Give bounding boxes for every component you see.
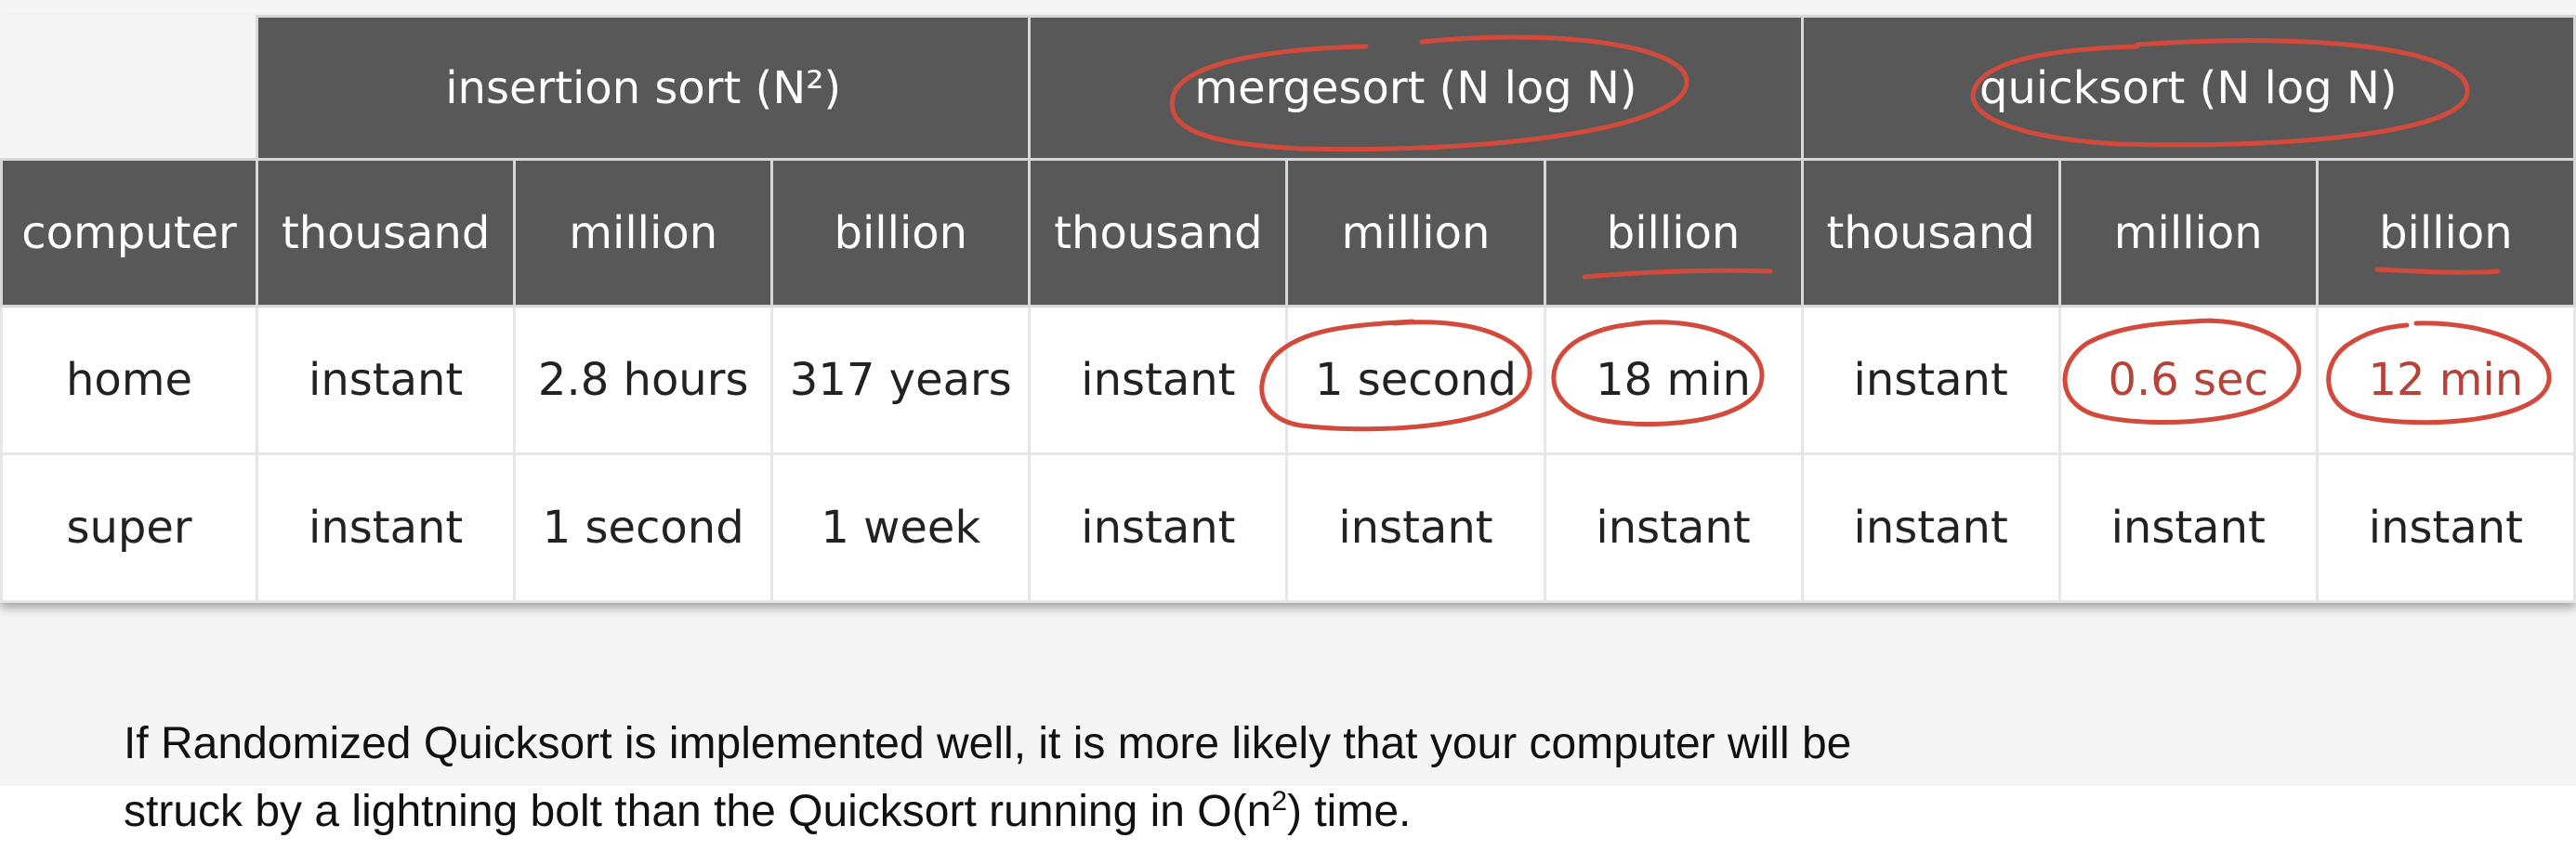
table-cell: 1 second	[1285, 305, 1546, 455]
header-size: million	[2057, 158, 2319, 308]
caption-line-2-post: ) time.	[1287, 787, 1412, 836]
table-cell: instant	[1028, 305, 1289, 455]
table-cell: instant	[2315, 452, 2576, 603]
slide: insertion sort (N²) mergesort (N log N) …	[0, 0, 2576, 851]
row-label: super	[0, 452, 259, 603]
table-row-super: super instant 1 second 1 week instant in…	[0, 452, 2576, 603]
table-cell: instant	[1285, 452, 1546, 603]
header-size: billion	[770, 158, 1032, 308]
caption-text: If Randomized Quicksort is implemented w…	[124, 715, 2447, 841]
table-cell: instant	[1800, 305, 2061, 455]
table-cell: instant	[1800, 452, 2061, 603]
table-cell: instant	[2057, 452, 2319, 603]
table-cell: 18 min	[1543, 305, 1804, 455]
table-cell: 2.8 hours	[513, 305, 774, 455]
table-cell: 317 years	[770, 305, 1032, 455]
header-size: billion	[2315, 158, 2576, 308]
header-size: billion	[1543, 158, 1804, 308]
table-row-home: home instant 2.8 hours 317 years instant…	[0, 305, 2576, 455]
header-size: million	[1285, 158, 1546, 308]
header-size: thousand	[1028, 158, 1289, 308]
corner-blank	[1, 16, 257, 160]
table-cell: instant	[1543, 452, 1804, 603]
table-cell: instant	[256, 452, 517, 603]
table-cell: instant	[1028, 452, 1289, 603]
table-cell: 1 second	[513, 452, 774, 603]
comparison-table: insertion sort (N²) mergesort (N log N) …	[0, 15, 2576, 603]
caption-line-1: If Randomized Quicksort is implemented w…	[124, 719, 1852, 768]
caption-line-2-pre: struck by a lightning bolt than the Quic…	[124, 787, 1272, 836]
group-header-mergesort: mergesort (N log N)	[1028, 15, 1804, 161]
header-computer: computer	[0, 158, 259, 308]
sorting-comparison-table: insertion sort (N²) mergesort (N log N) …	[0, 15, 2576, 603]
row-label: home	[0, 305, 259, 455]
group-header-row: insertion sort (N²) mergesort (N log N) …	[1, 15, 2576, 161]
header-size: thousand	[1800, 158, 2061, 308]
group-header-quicksort: quicksort (N log N)	[1800, 15, 2576, 161]
table-cell: 1 week	[770, 452, 1032, 603]
header-size: thousand	[256, 158, 517, 308]
header-size: million	[513, 158, 774, 308]
table-cell: instant	[256, 305, 517, 455]
size-header-row: computer thousand million billion thousa…	[0, 158, 2576, 308]
caption-line-2: struck by a lightning bolt than the Quic…	[124, 773, 2447, 841]
caption-superscript: 2	[1271, 786, 1288, 817]
table-cell-highlight: 12 min	[2315, 305, 2576, 455]
table-cell-highlight: 0.6 sec	[2057, 305, 2319, 455]
group-header-insertion-sort: insertion sort (N²)	[256, 15, 1032, 161]
